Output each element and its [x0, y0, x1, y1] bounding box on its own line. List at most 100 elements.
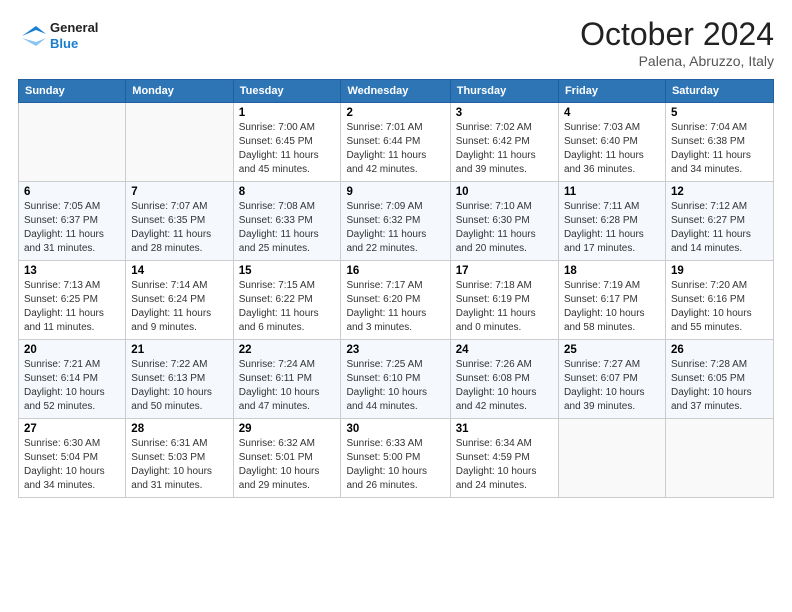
table-cell: 17 Sunrise: 7:18 AMSunset: 6:19 PMDayligh… [450, 261, 558, 340]
day-number: 2 [346, 107, 444, 119]
day-detail: Sunrise: 7:12 AMSunset: 6:27 PMDaylight:… [671, 200, 768, 256]
table-cell [126, 103, 233, 182]
location: Palena, Abruzzo, Italy [580, 53, 774, 69]
day-detail: Sunrise: 7:03 AMSunset: 6:40 PMDaylight:… [564, 121, 660, 177]
day-detail: Sunrise: 6:34 AMSunset: 4:59 PMDaylight:… [456, 437, 553, 493]
table-cell: 28 Sunrise: 6:31 AMSunset: 5:03 PMDayligh… [126, 419, 233, 498]
table-cell: 18Sunrise: 7:19 AMSunset: 6:17 PMDayligh… [558, 261, 665, 340]
day-detail: Sunrise: 7:22 AMSunset: 6:13 PMDaylight:… [131, 358, 227, 414]
table-cell: 6Sunrise: 7:05 AMSunset: 6:37 PMDaylight… [19, 182, 126, 261]
day-detail: Sunrise: 6:30 AMSunset: 5:04 PMDaylight:… [24, 437, 120, 493]
day-number: 16 [346, 265, 444, 277]
calendar-week-row: 1 Sunrise: 7:00 AMSunset: 6:45 PMDaylight… [19, 103, 774, 182]
table-cell: 16 Sunrise: 7:17 AMSunset: 6:20 PMDayligh… [341, 261, 450, 340]
calendar-week-row: 6Sunrise: 7:05 AMSunset: 6:37 PMDaylight… [19, 182, 774, 261]
day-number: 9 [346, 186, 444, 198]
day-number: 15 [239, 265, 336, 277]
day-number: 25 [564, 344, 660, 356]
day-number: 12 [671, 186, 768, 198]
day-detail: Sunrise: 7:24 AMSunset: 6:11 PMDaylight:… [239, 358, 336, 414]
table-cell [558, 419, 665, 498]
table-cell: 4 Sunrise: 7:03 AMSunset: 6:40 PMDaylight… [558, 103, 665, 182]
day-detail: Sunrise: 7:28 AMSunset: 6:05 PMDaylight:… [671, 358, 768, 414]
day-number: 28 [131, 423, 227, 435]
page: General Blue October 2024 Palena, Abruzz… [0, 0, 792, 612]
logo-icon-shape [22, 26, 46, 36]
table-cell: 2 Sunrise: 7:01 AMSunset: 6:44 PMDaylight… [341, 103, 450, 182]
day-number: 27 [24, 423, 120, 435]
table-cell: 23 Sunrise: 7:25 AMSunset: 6:10 PMDayligh… [341, 340, 450, 419]
day-number: 31 [456, 423, 553, 435]
logo: General Blue [18, 16, 108, 63]
calendar-week-row: 13 Sunrise: 7:13 AMSunset: 6:25 PMDayligh… [19, 261, 774, 340]
table-cell: 15 Sunrise: 7:15 AMSunset: 6:22 PMDayligh… [233, 261, 341, 340]
day-number: 3 [456, 107, 553, 119]
day-number: 24 [456, 344, 553, 356]
day-detail: Sunrise: 7:15 AMSunset: 6:22 PMDaylight:… [239, 279, 336, 335]
table-cell: 3 Sunrise: 7:02 AMSunset: 6:42 PMDaylight… [450, 103, 558, 182]
day-detail: Sunrise: 7:26 AMSunset: 6:08 PMDaylight:… [456, 358, 553, 414]
table-cell: 22 Sunrise: 7:24 AMSunset: 6:11 PMDayligh… [233, 340, 341, 419]
table-cell: 11 Sunrise: 7:11 AMSunset: 6:28 PMDayligh… [558, 182, 665, 261]
day-detail: Sunrise: 6:32 AMSunset: 5:01 PMDaylight:… [239, 437, 336, 493]
table-cell: 14Sunrise: 7:14 AMSunset: 6:24 PMDayligh… [126, 261, 233, 340]
calendar-table: Sunday Monday Tuesday Wednesday Thursday… [18, 79, 774, 498]
day-detail: Sunrise: 6:33 AMSunset: 5:00 PMDaylight:… [346, 437, 444, 493]
table-cell: 24 Sunrise: 7:26 AMSunset: 6:08 PMDayligh… [450, 340, 558, 419]
logo-icon-shape2 [22, 38, 46, 46]
table-cell [19, 103, 126, 182]
day-number: 20 [24, 344, 120, 356]
day-number: 6 [24, 186, 120, 198]
day-detail: Sunrise: 7:25 AMSunset: 6:10 PMDaylight:… [346, 358, 444, 414]
table-cell: 26Sunrise: 7:28 AMSunset: 6:05 PMDayligh… [665, 340, 773, 419]
day-number: 13 [24, 265, 120, 277]
col-thursday: Thursday [450, 80, 558, 103]
table-cell: 1 Sunrise: 7:00 AMSunset: 6:45 PMDaylight… [233, 103, 341, 182]
day-detail: Sunrise: 7:01 AMSunset: 6:44 PMDaylight:… [346, 121, 444, 177]
day-number: 17 [456, 265, 553, 277]
day-detail: Sunrise: 7:04 AMSunset: 6:38 PMDaylight:… [671, 121, 768, 177]
table-cell: 8Sunrise: 7:08 AMSunset: 6:33 PMDaylight… [233, 182, 341, 261]
day-number: 4 [564, 107, 660, 119]
logo-general-text: General [50, 20, 98, 35]
day-number: 11 [564, 186, 660, 198]
day-detail: Sunrise: 7:11 AMSunset: 6:28 PMDaylight:… [564, 200, 660, 256]
day-number: 23 [346, 344, 444, 356]
day-detail: Sunrise: 6:31 AMSunset: 5:03 PMDaylight:… [131, 437, 227, 493]
header: General Blue October 2024 Palena, Abruzz… [18, 16, 774, 69]
calendar-week-row: 20 Sunrise: 7:21 AMSunset: 6:14 PMDayligh… [19, 340, 774, 419]
day-detail: Sunrise: 7:18 AMSunset: 6:19 PMDaylight:… [456, 279, 553, 335]
day-detail: Sunrise: 7:09 AMSunset: 6:32 PMDaylight:… [346, 200, 444, 256]
day-detail: Sunrise: 7:07 AMSunset: 6:35 PMDaylight:… [131, 200, 227, 256]
logo-text-block: General Blue [18, 16, 108, 63]
table-cell: 31 Sunrise: 6:34 AMSunset: 4:59 PMDayligh… [450, 419, 558, 498]
day-detail: Sunrise: 7:14 AMSunset: 6:24 PMDaylight:… [131, 279, 227, 335]
day-number: 21 [131, 344, 227, 356]
col-monday: Monday [126, 80, 233, 103]
table-cell: 27 Sunrise: 6:30 AMSunset: 5:04 PMDayligh… [19, 419, 126, 498]
day-number: 5 [671, 107, 768, 119]
table-cell: 12 Sunrise: 7:12 AMSunset: 6:27 PMDayligh… [665, 182, 773, 261]
table-cell: 25Sunrise: 7:27 AMSunset: 6:07 PMDayligh… [558, 340, 665, 419]
table-cell: 21 Sunrise: 7:22 AMSunset: 6:13 PMDayligh… [126, 340, 233, 419]
day-number: 22 [239, 344, 336, 356]
logo-svg: General Blue [18, 16, 108, 58]
day-detail: Sunrise: 7:10 AMSunset: 6:30 PMDaylight:… [456, 200, 553, 256]
calendar-header-row: Sunday Monday Tuesday Wednesday Thursday… [19, 80, 774, 103]
day-detail: Sunrise: 7:02 AMSunset: 6:42 PMDaylight:… [456, 121, 553, 177]
day-detail: Sunrise: 7:20 AMSunset: 6:16 PMDaylight:… [671, 279, 768, 335]
logo-blue-text: Blue [50, 36, 78, 51]
table-cell: 5 Sunrise: 7:04 AMSunset: 6:38 PMDaylight… [665, 103, 773, 182]
day-number: 1 [239, 107, 336, 119]
table-cell: 20 Sunrise: 7:21 AMSunset: 6:14 PMDayligh… [19, 340, 126, 419]
day-number: 29 [239, 423, 336, 435]
table-cell: 13 Sunrise: 7:13 AMSunset: 6:25 PMDayligh… [19, 261, 126, 340]
calendar-week-row: 27 Sunrise: 6:30 AMSunset: 5:04 PMDayligh… [19, 419, 774, 498]
day-detail: Sunrise: 7:17 AMSunset: 6:20 PMDaylight:… [346, 279, 444, 335]
day-number: 10 [456, 186, 553, 198]
day-detail: Sunrise: 7:21 AMSunset: 6:14 PMDaylight:… [24, 358, 120, 414]
day-detail: Sunrise: 7:00 AMSunset: 6:45 PMDaylight:… [239, 121, 336, 177]
day-number: 7 [131, 186, 227, 198]
day-number: 8 [239, 186, 336, 198]
day-detail: Sunrise: 7:13 AMSunset: 6:25 PMDaylight:… [24, 279, 120, 335]
